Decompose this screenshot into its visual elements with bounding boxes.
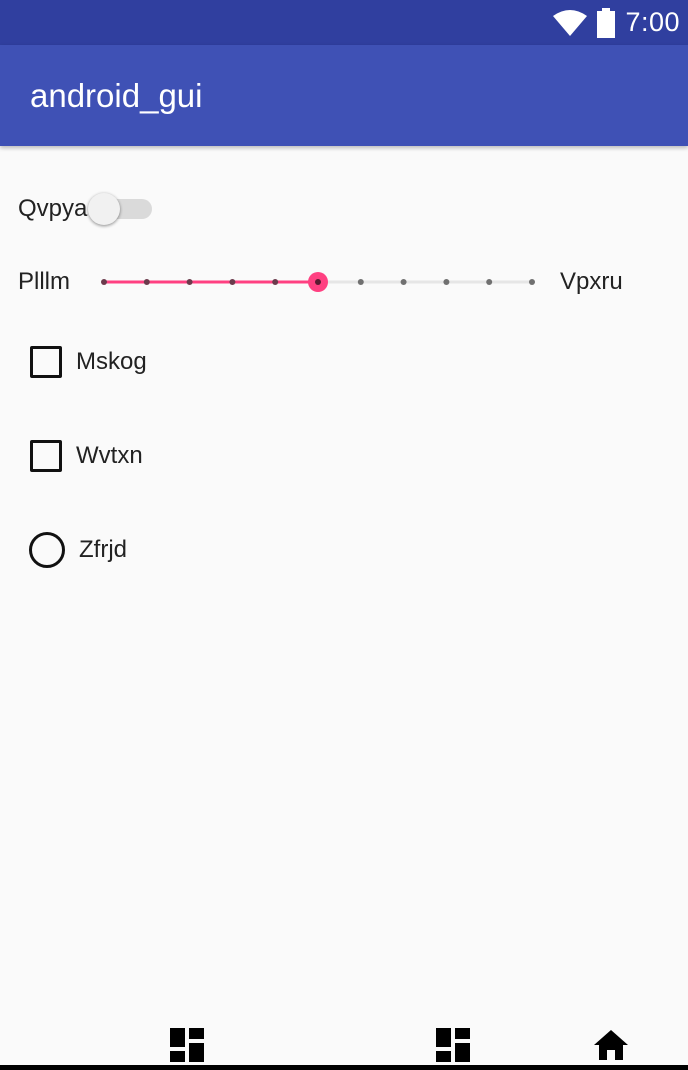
checkbox-label: Wvtxn — [76, 442, 143, 469]
app-bar: android_gui — [0, 45, 688, 146]
clock: 7:00 — [625, 7, 680, 37]
slider-tick — [229, 279, 236, 285]
slider-max-label: Vpxru — [560, 268, 623, 295]
content: Qvpya Plllm Vpxru Mskog Wvtxn Zfrjd — [0, 146, 688, 1026]
slider-tick — [143, 279, 150, 285]
checkbox[interactable] — [30, 440, 62, 472]
dashboard-icon[interactable] — [170, 1028, 204, 1062]
slider-min-label: Plllm — [18, 268, 70, 295]
switch-thumb[interactable] — [88, 193, 120, 225]
toggle-switch[interactable] — [88, 193, 152, 225]
checkbox-label: Mskog — [76, 348, 147, 375]
slider-tick — [357, 279, 364, 285]
checkbox-row-wvtxn[interactable]: Wvtxn — [30, 436, 143, 476]
nav-baseline — [0, 1065, 688, 1070]
slider-row: Plllm Vpxru — [0, 264, 688, 300]
slider-tick — [400, 279, 407, 285]
checkbox-row-mskog[interactable]: Mskog — [30, 342, 147, 382]
slider-tick — [443, 279, 450, 285]
checkbox[interactable] — [30, 346, 62, 378]
slider-tick — [272, 279, 279, 285]
status-bar: 7:00 — [0, 0, 688, 45]
switch-label: Qvpya — [18, 195, 88, 222]
bottom-navigation — [0, 1026, 688, 1070]
radio-button[interactable] — [29, 532, 65, 568]
radio-label: Zfrjd — [79, 536, 127, 563]
slider-thumb-dot — [315, 279, 321, 285]
dashboard-icon[interactable] — [436, 1028, 470, 1062]
slider-tick — [186, 279, 193, 285]
wifi-icon — [553, 9, 588, 36]
battery-icon — [597, 7, 616, 38]
slider-tick — [101, 279, 107, 285]
app-title: android_gui — [30, 76, 203, 114]
slider-tick — [529, 279, 535, 285]
radio-row-zfrjd[interactable]: Zfrjd — [29, 530, 127, 570]
switch-row[interactable]: Qvpya — [18, 190, 152, 228]
discrete-slider[interactable] — [96, 264, 542, 300]
slider-tick — [486, 279, 493, 285]
home-icon[interactable] — [594, 1028, 628, 1062]
